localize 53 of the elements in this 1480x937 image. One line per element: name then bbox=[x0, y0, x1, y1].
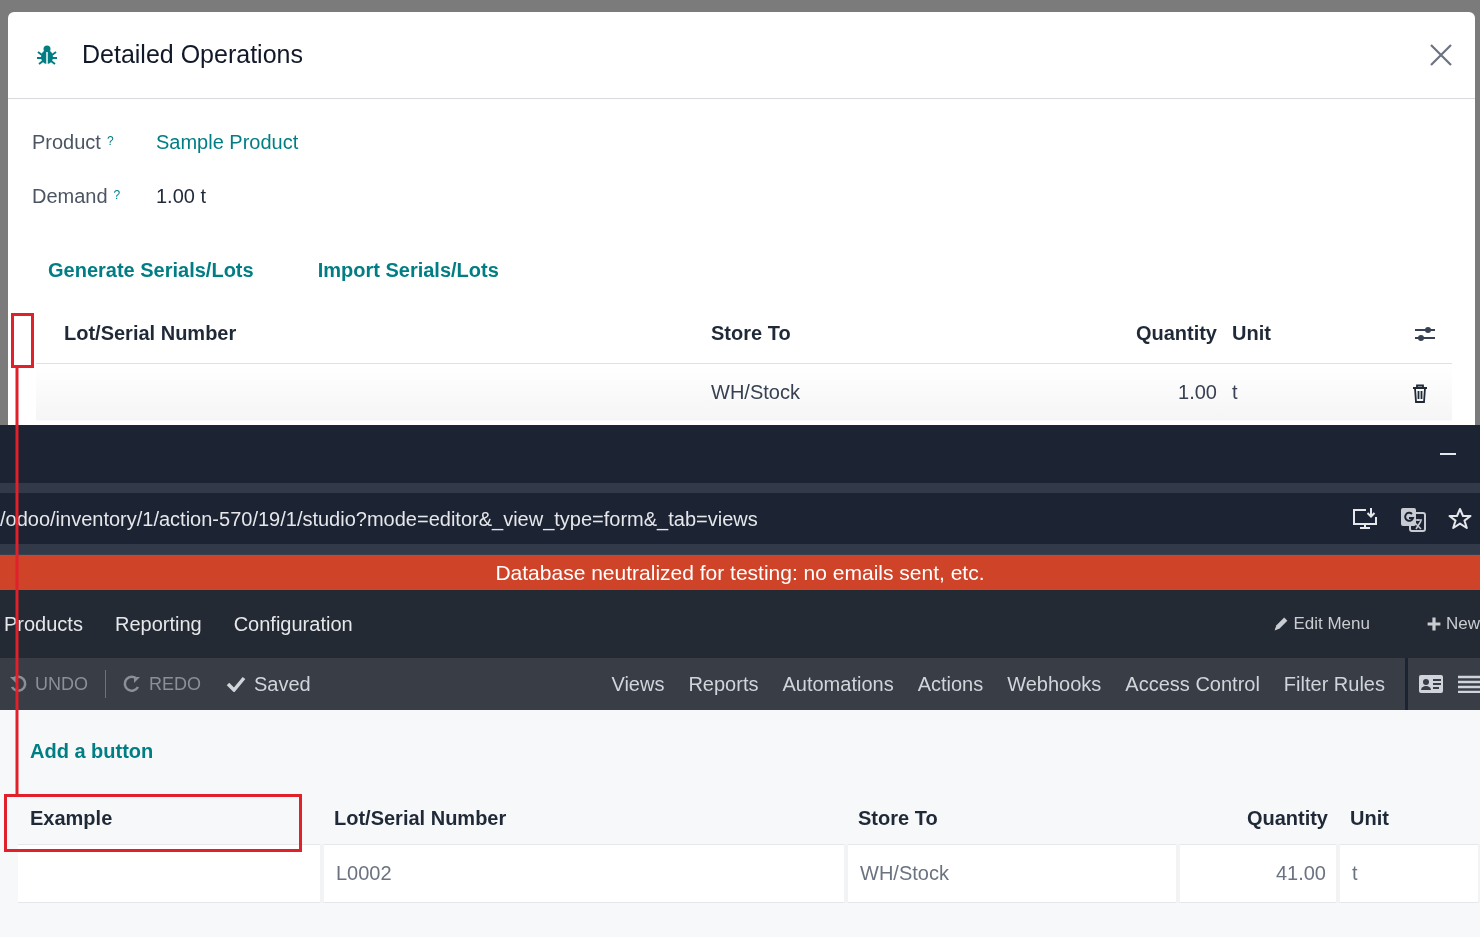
column-header: Quantity bbox=[1135, 321, 1217, 344]
column-header: Unit bbox=[1350, 806, 1389, 829]
check-icon bbox=[226, 676, 246, 692]
menu-action[interactable]: New bbox=[1426, 611, 1480, 637]
pencil-icon bbox=[1273, 616, 1290, 632]
dialog-title: Detailed Operations bbox=[82, 39, 304, 71]
table-cell: WH/Stock bbox=[711, 381, 800, 404]
trash-icon[interactable] bbox=[1412, 384, 1428, 404]
column-header: Example bbox=[30, 806, 113, 829]
close-icon[interactable] bbox=[1429, 43, 1453, 67]
menu-item[interactable]: Reporting bbox=[114, 609, 202, 639]
help-tooltip[interactable]: ? bbox=[113, 188, 121, 202]
star-icon[interactable] bbox=[1448, 506, 1472, 531]
help-tooltip[interactable]: ? bbox=[106, 134, 114, 148]
studio-tab[interactable]: Views bbox=[611, 669, 665, 699]
bug-icon bbox=[36, 44, 58, 66]
column-header: Store To bbox=[711, 321, 791, 344]
table-cell: L0002 bbox=[336, 862, 392, 884]
monitor-download-icon[interactable] bbox=[1352, 506, 1378, 531]
studio-tab[interactable]: Webhooks bbox=[1007, 669, 1102, 699]
action-link[interactable]: Generate Serials/Lots bbox=[48, 255, 254, 285]
table-cell: 41.00 bbox=[1275, 862, 1326, 884]
studio-tab[interactable]: Filter Rules bbox=[1283, 669, 1385, 699]
menu-item[interactable]: Configuration bbox=[233, 609, 353, 639]
table-cell: 1.00 bbox=[1178, 381, 1217, 404]
product-link[interactable]: Sample Product bbox=[156, 127, 299, 157]
column-header: Store To bbox=[858, 806, 938, 829]
studio-tab[interactable]: Access Control bbox=[1125, 669, 1260, 699]
undo-icon bbox=[9, 675, 27, 693]
column-header: Quantity bbox=[1246, 806, 1328, 829]
action-link[interactable]: Import Serials/Lots bbox=[317, 255, 499, 285]
studio-tab[interactable]: Automations bbox=[782, 669, 894, 699]
list-icon[interactable] bbox=[1458, 675, 1480, 693]
translate-icon[interactable] bbox=[1400, 505, 1426, 532]
column-header: Unit bbox=[1232, 321, 1271, 344]
highlight-frame bbox=[11, 313, 34, 368]
studio-tab[interactable]: Reports bbox=[688, 669, 759, 699]
id-card-icon[interactable] bbox=[1418, 674, 1444, 694]
column-header: Lot/Serial Number bbox=[64, 321, 237, 344]
add-button-link[interactable]: Add a button bbox=[30, 736, 154, 766]
studio-tab[interactable]: Actions bbox=[917, 669, 984, 699]
table-cell: WH/Stock bbox=[860, 862, 949, 884]
save-status: Saved bbox=[226, 669, 311, 699]
field-value: 1.00 t bbox=[156, 184, 207, 209]
redo-icon bbox=[123, 675, 141, 693]
plus-icon bbox=[1426, 616, 1442, 632]
column-header: Lot/Serial Number bbox=[334, 806, 507, 829]
menu-action[interactable]: Edit Menu bbox=[1273, 611, 1370, 637]
table-cell: t bbox=[1232, 381, 1238, 404]
field-label: Demand bbox=[32, 185, 108, 207]
warning-banner-text: Database neutralized for testing: no emails sent, etc. bbox=[495, 559, 985, 586]
field-label: Product bbox=[32, 131, 101, 153]
table-cell: t bbox=[1352, 862, 1358, 884]
